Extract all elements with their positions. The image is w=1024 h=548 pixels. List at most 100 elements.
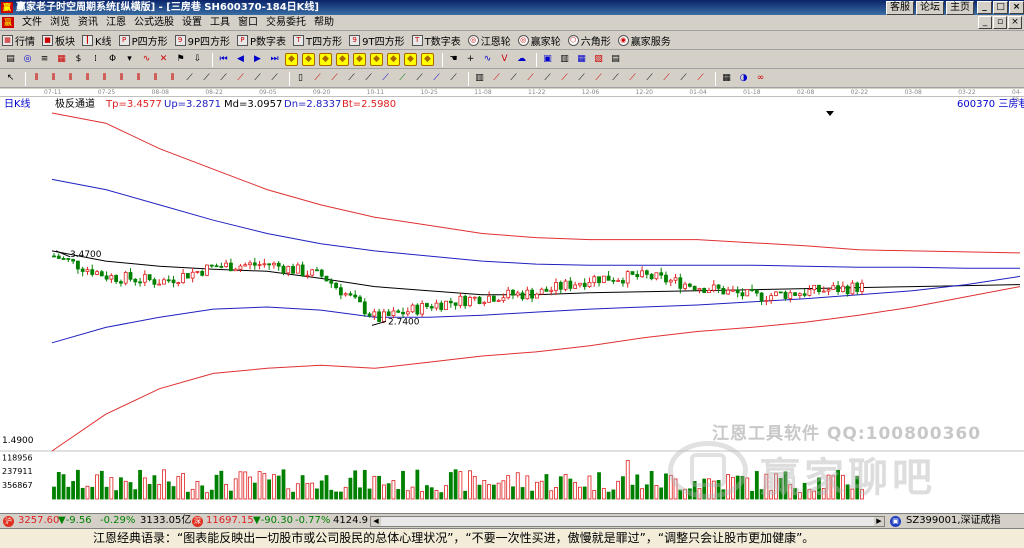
cycle-line-9-icon[interactable]: ⫴ — [166, 72, 179, 85]
close-button[interactable]: × — [1009, 1, 1024, 14]
winner-wheel-button[interactable]: ◎ 赢家轮 — [517, 33, 561, 48]
rect-icon[interactable]: ▯ — [294, 72, 307, 85]
menu-settings[interactable]: 设置 — [178, 16, 206, 30]
chart-area[interactable]: 3.4700 2.7400 1.4900 356867 237911 118956 07-… — [0, 89, 1024, 513]
menu-browse[interactable]: 浏览 — [46, 16, 74, 30]
mdi-close-button[interactable]: × — [1008, 16, 1022, 29]
diamond-9-icon[interactable]: ◆ — [421, 53, 434, 66]
line-7-icon[interactable]: ⟋ — [413, 72, 426, 85]
menu-tools[interactable]: 工具 — [206, 16, 234, 30]
cross-marker-icon[interactable]: ✕ — [157, 53, 170, 66]
next-icon[interactable]: ▶ — [251, 53, 264, 66]
grid-line-4-icon[interactable]: ⟋ — [524, 72, 537, 85]
flag-icon[interactable]: ⚑ — [174, 53, 187, 66]
sector-button[interactable]: ■ 板块 — [42, 33, 75, 48]
grid-line-7-icon[interactable]: ⟋ — [575, 72, 588, 85]
prev-icon[interactable]: ◀ — [234, 53, 247, 66]
grid-line-11-icon[interactable]: ⟋ — [643, 72, 656, 85]
diamond-8-icon[interactable]: ◆ — [404, 53, 417, 66]
status-scrollbar[interactable]: ◀ ▶ — [370, 516, 885, 527]
cycle-line-6-icon[interactable]: ⫴ — [115, 72, 128, 85]
cycle-line-7-icon[interactable]: ⫴ — [132, 72, 145, 85]
line-9-icon[interactable]: ⟋ — [447, 72, 460, 85]
t-table-button[interactable]: T T数字表 — [411, 33, 461, 48]
line-6-icon[interactable]: ⟋ — [396, 72, 409, 85]
line-5-icon[interactable]: ⟋ — [379, 72, 392, 85]
hand-icon[interactable]: ☚ — [447, 53, 460, 66]
menu-help[interactable]: 帮助 — [310, 16, 338, 30]
mdi-restore-button[interactable]: ▫ — [993, 16, 1007, 29]
scroll-right-icon[interactable]: ▶ — [874, 517, 884, 526]
globe-icon[interactable]: ◑ — [737, 72, 750, 85]
fan-6-icon[interactable]: ⟋ — [268, 72, 281, 85]
9t-square-button[interactable]: 9 9T四方形 — [349, 33, 405, 48]
quote-button[interactable]: ▦ 行情 — [2, 33, 35, 48]
grid-line-2-icon[interactable]: ⟋ — [490, 72, 503, 85]
scroll-left-icon[interactable]: ◀ — [371, 517, 381, 526]
wave-icon[interactable]: ∿ — [481, 53, 494, 66]
service-button[interactable]: ◉ 赢家服务 — [617, 33, 671, 48]
menu-file[interactable]: 文件 — [18, 16, 46, 30]
diamond-1-icon[interactable]: ◆ — [285, 53, 298, 66]
stack-icon[interactable]: ≡ — [38, 53, 51, 66]
line-4-icon[interactable]: ⟋ — [362, 72, 375, 85]
dropdown-icon[interactable]: ▾ — [123, 53, 136, 66]
menu-window[interactable]: 窗口 — [234, 16, 262, 30]
forum-link[interactable]: 论坛 — [916, 1, 944, 15]
last-icon[interactable]: ⏭ — [268, 53, 281, 66]
first-icon[interactable]: ⏮ — [217, 53, 230, 66]
fan-3-icon[interactable]: ⟋ — [217, 72, 230, 85]
grid-line-6-icon[interactable]: ⟋ — [558, 72, 571, 85]
window-icon[interactable]: ▣ — [541, 53, 554, 66]
grid-line-8-icon[interactable]: ⟋ — [592, 72, 605, 85]
line-1-icon[interactable]: ⟋ — [311, 72, 324, 85]
save-icon[interactable]: ▥ — [558, 53, 571, 66]
homepage-link[interactable]: 主页 — [946, 1, 974, 15]
grid-line-14-icon[interactable]: ⟋ — [694, 72, 707, 85]
phi-icon[interactable]: Φ — [106, 53, 119, 66]
cycle-line-2-icon[interactable]: ⫴ — [47, 72, 60, 85]
table3-icon[interactable]: ▦ — [720, 72, 733, 85]
grid-line-3-icon[interactable]: ⟋ — [507, 72, 520, 85]
t-square-button[interactable]: T T四方形 — [293, 33, 342, 48]
pointer-icon[interactable]: ↖ — [4, 72, 17, 85]
customer-service-link[interactable]: 客服 — [886, 1, 914, 15]
table2-icon[interactable]: ▤ — [609, 53, 622, 66]
fan-4-icon[interactable]: ⟋ — [234, 72, 247, 85]
grid-line-1-icon[interactable]: ▥ — [473, 72, 486, 85]
grid-line-12-icon[interactable]: ⟋ — [660, 72, 673, 85]
sh-index-icon[interactable]: 沪 — [3, 516, 14, 527]
diamond-3-icon[interactable]: ◆ — [319, 53, 332, 66]
diamond-7-icon[interactable]: ◆ — [387, 53, 400, 66]
minimize-button[interactable]: _ — [977, 1, 992, 14]
line-3-icon[interactable]: ⟋ — [345, 72, 358, 85]
grid-line-5-icon[interactable]: ⟋ — [541, 72, 554, 85]
mdi-document-icon[interactable]: 赢 — [2, 17, 14, 28]
cloud-icon[interactable]: ☁ — [515, 53, 528, 66]
menu-news[interactable]: 资讯 — [74, 16, 102, 30]
chart-icon[interactable]: ▧ — [592, 53, 605, 66]
p-square-button[interactable]: P P四方形 — [118, 33, 168, 48]
lock-icon[interactable]: ▣ — [890, 516, 901, 527]
fan-5-icon[interactable]: ⟋ — [251, 72, 264, 85]
grid-line-10-icon[interactable]: ⟋ — [626, 72, 639, 85]
grid-line-9-icon[interactable]: ⟋ — [609, 72, 622, 85]
infinity-icon[interactable]: ∞ — [754, 72, 767, 85]
table-icon[interactable]: ▦ — [55, 53, 68, 66]
diamond-4-icon[interactable]: ◆ — [336, 53, 349, 66]
cycle-line-8-icon[interactable]: ⫴ — [149, 72, 162, 85]
layout-icon[interactable]: ▦ — [575, 53, 588, 66]
mdi-minimize-button[interactable]: _ — [978, 16, 992, 29]
cycle-line-1-icon[interactable]: ⫴ — [30, 72, 43, 85]
hexagon-button[interactable]: ⬡ 六角形 — [567, 33, 611, 48]
print-icon[interactable]: ▤ — [4, 53, 17, 66]
sine-icon[interactable]: ∿ — [140, 53, 153, 66]
menu-formula-screening[interactable]: 公式选股 — [130, 16, 178, 30]
fan-1-icon[interactable]: ⟋ — [183, 72, 196, 85]
crosshair-icon[interactable]: + — [464, 53, 477, 66]
menu-gann[interactable]: 江恩 — [102, 16, 130, 30]
maximize-button[interactable]: □ — [993, 1, 1008, 14]
divider-icon[interactable]: ⁞ — [89, 53, 102, 66]
menu-trading[interactable]: 交易委托 — [262, 16, 310, 30]
grid-line-13-icon[interactable]: ⟋ — [677, 72, 690, 85]
